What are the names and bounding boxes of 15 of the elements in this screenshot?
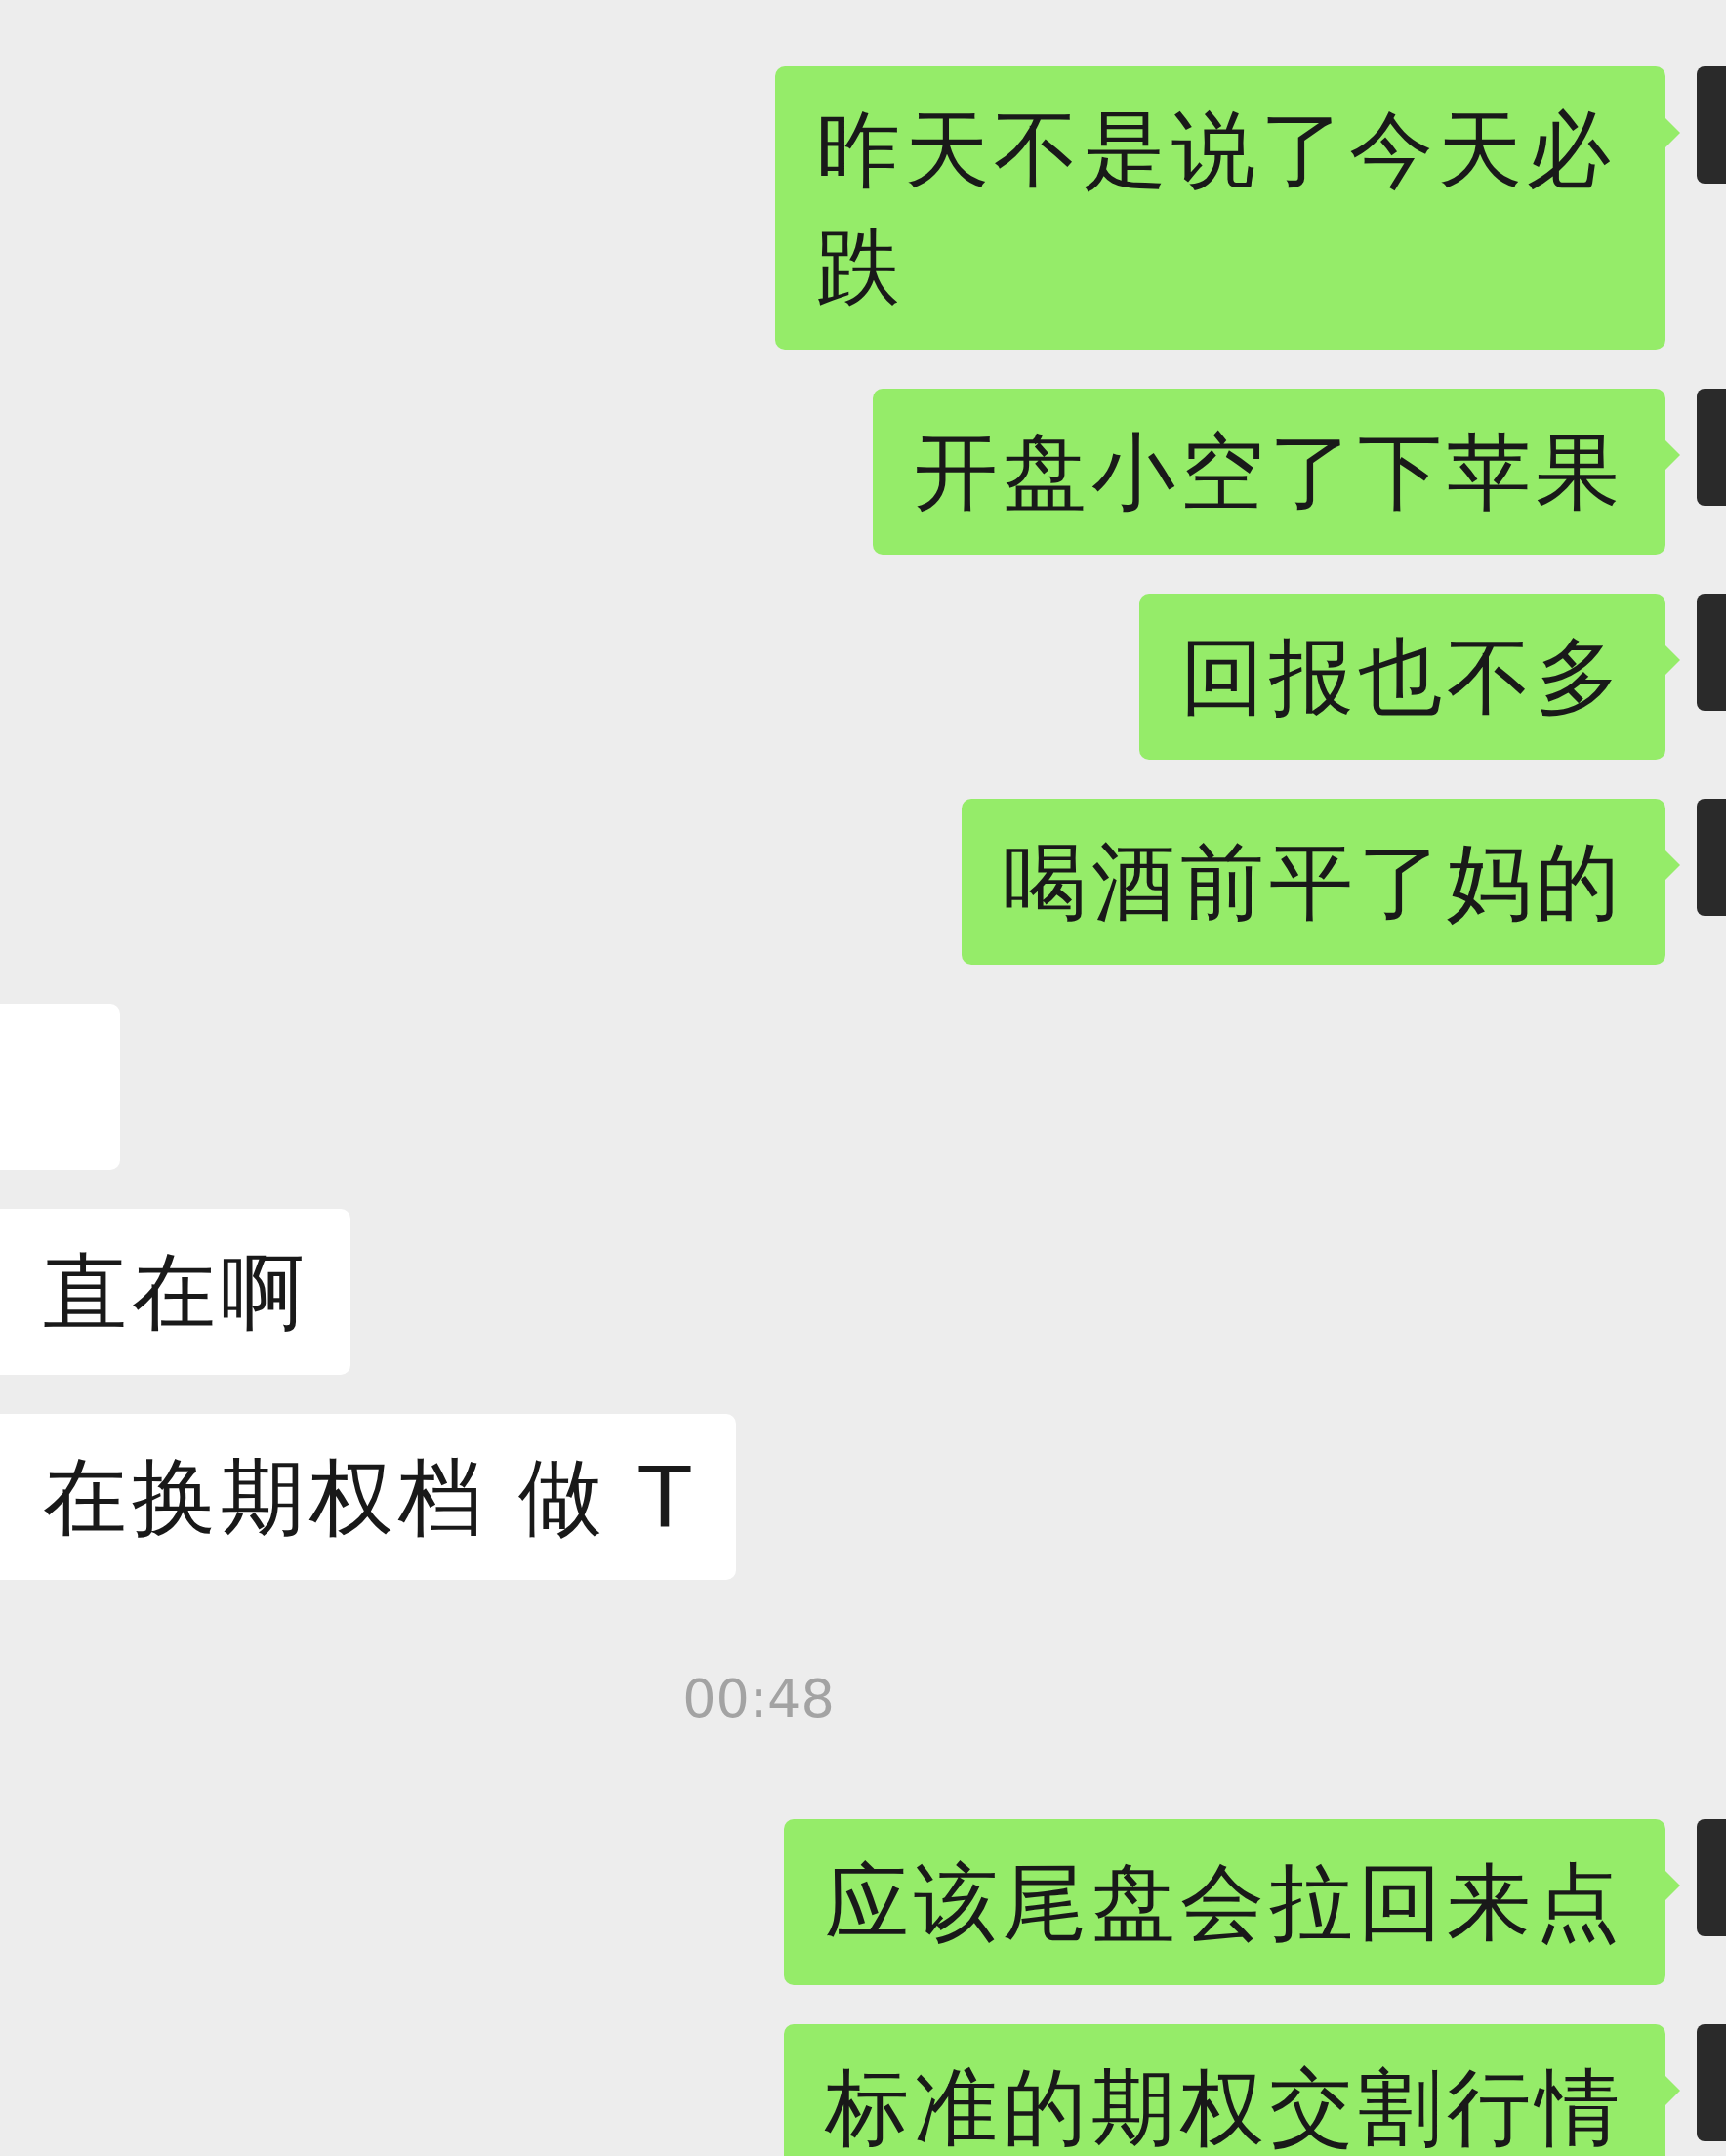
bubble-tail xyxy=(1664,117,1680,148)
bubble-tail xyxy=(1664,439,1680,471)
bubble-tail xyxy=(1664,850,1680,881)
message-bubble: 开盘小空了下苹果 xyxy=(873,389,1665,555)
bubble-tail xyxy=(1664,2075,1680,2106)
message-bubble: 昨天不是说了今天必跌 xyxy=(775,66,1665,350)
bubble-tail xyxy=(1664,644,1680,676)
message-bubble: 在换期权档 做 T xyxy=(0,1414,737,1580)
timestamp: 00:48 xyxy=(682,1668,835,1729)
message-bubble: 喝酒前平了妈的 xyxy=(962,799,1665,965)
message-bubble: 标准的期权交割行情 xyxy=(784,2024,1665,2156)
message-bubble: 应该尾盘会拉回来点 xyxy=(784,1819,1665,1985)
bubble-tail xyxy=(1664,1870,1680,1901)
message-bubble: 直在啊 xyxy=(0,1209,350,1375)
message-bubble: 回报也不多 xyxy=(1139,594,1665,760)
